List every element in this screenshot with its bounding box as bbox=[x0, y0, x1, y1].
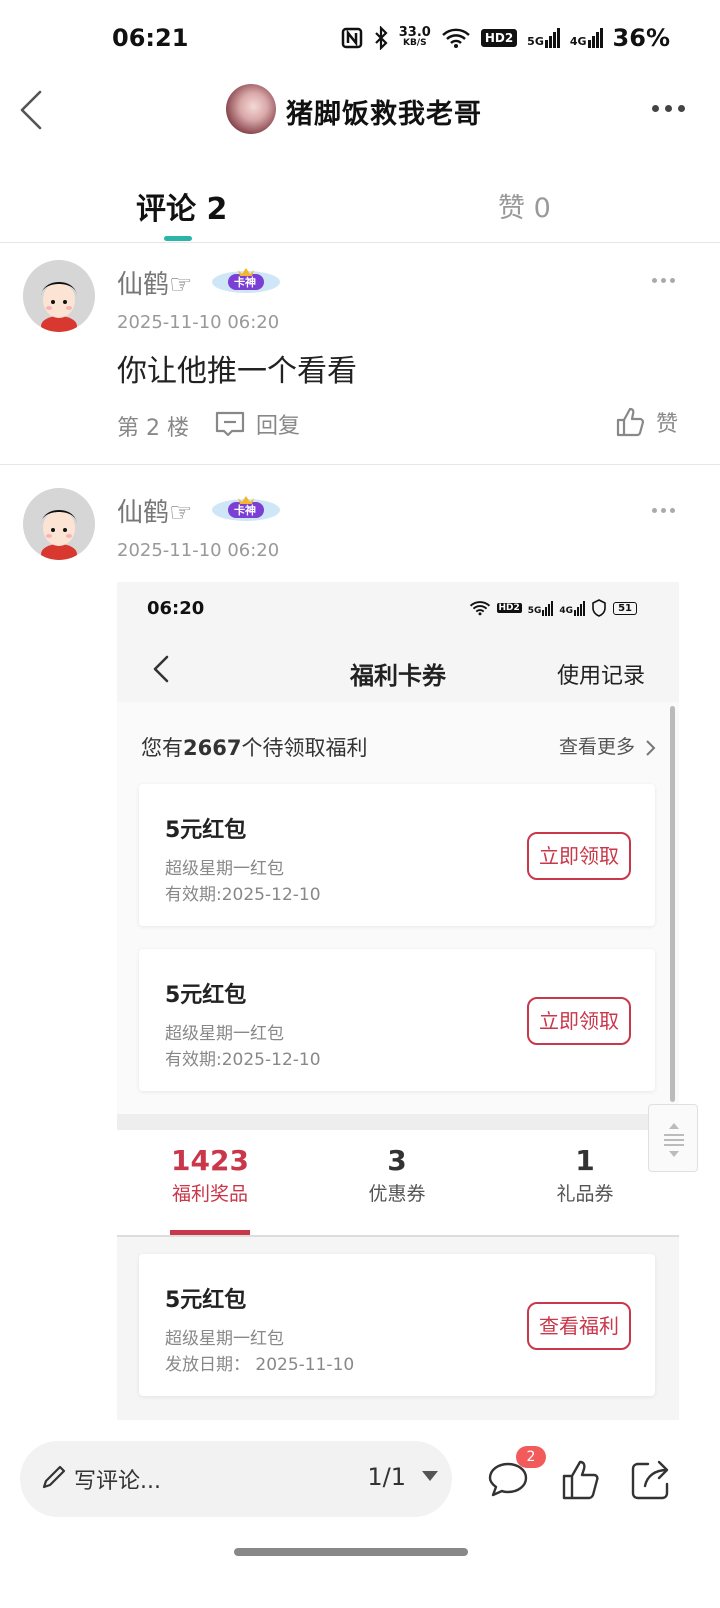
stat-coupons: 3 优惠券 bbox=[368, 1144, 426, 1205]
hd-icon: HD2 bbox=[480, 29, 518, 47]
hd-icon: HD2 bbox=[496, 603, 522, 613]
comment-text: 你让他推一个看看 bbox=[117, 354, 357, 389]
tab-divider bbox=[0, 242, 720, 243]
card-claim-button: 立即领取 bbox=[527, 997, 631, 1045]
card-subtitle: 超级星期一红包 bbox=[165, 859, 284, 879]
badge-label: 卡神 bbox=[234, 276, 256, 289]
image-section-gap bbox=[117, 1114, 679, 1130]
card-date: 有效期:2025-12-10 bbox=[165, 885, 321, 905]
commenter-name[interactable]: 仙鹤☞ bbox=[117, 492, 192, 529]
user-level-badge: 卡神 bbox=[210, 264, 282, 296]
like-button[interactable]: 赞 bbox=[614, 406, 678, 438]
card-title: 5元红包 bbox=[165, 818, 247, 843]
card-claim-button: 立即领取 bbox=[527, 832, 631, 880]
tab-likes[interactable]: 赞 0 bbox=[498, 186, 551, 225]
chevron-right-icon bbox=[646, 739, 656, 756]
stat-gift-vouchers: 1 礼品券 bbox=[556, 1144, 614, 1205]
image-voucher-card: 5元红包 超级星期一红包 有效期:2025-12-10 立即领取 bbox=[139, 784, 655, 926]
page-indicator[interactable]: 1/1 bbox=[367, 1463, 406, 1491]
thumbs-up-icon bbox=[616, 407, 645, 437]
nfc-icon bbox=[341, 27, 362, 49]
floor-number: 第 2 楼 bbox=[117, 416, 189, 441]
comment-input-placeholder: 写评论... bbox=[74, 1469, 161, 1494]
commenter-avatar[interactable] bbox=[23, 488, 95, 560]
comment-input[interactable]: 写评论... 1/1 bbox=[20, 1441, 452, 1517]
reply-button[interactable]: 回复 bbox=[214, 408, 300, 440]
image-pending-text: 您有2667个待领取福利 bbox=[141, 736, 368, 760]
stat-welfare: 1423 福利奖品 bbox=[171, 1144, 249, 1205]
card-subtitle: 超级星期一红包 bbox=[165, 1024, 284, 1044]
cartoon-avatar-icon bbox=[23, 260, 95, 332]
bluetooth-icon bbox=[374, 26, 388, 50]
card-date: 发放日期： 2025-11-10 bbox=[165, 1355, 355, 1375]
more-options-button[interactable] bbox=[652, 98, 692, 118]
signal-4g-icon: 4G bbox=[559, 600, 586, 616]
comment-count-badge: 2 bbox=[516, 1446, 546, 1468]
pen-icon bbox=[42, 1465, 66, 1489]
wifi-icon bbox=[441, 28, 470, 48]
comment-divider bbox=[0, 464, 720, 465]
card-title: 5元红包 bbox=[165, 1288, 247, 1313]
image-scrollbar bbox=[670, 706, 675, 1102]
signal-4g-icon: 4G bbox=[570, 28, 603, 48]
comment-time: 2025-11-10 06:20 bbox=[117, 540, 280, 561]
home-indicator[interactable] bbox=[234, 1548, 468, 1556]
signal-5g-icon: 5G bbox=[527, 28, 560, 48]
card-view-button: 查看福利 bbox=[527, 1302, 631, 1350]
network-speed: 33.0 KB/S bbox=[398, 25, 431, 48]
stats-divider bbox=[117, 1235, 679, 1237]
share-icon[interactable] bbox=[628, 1458, 672, 1502]
user-level-badge: 卡神 bbox=[210, 492, 282, 524]
reply-label: 回复 bbox=[256, 414, 301, 439]
image-view-more: 查看更多 bbox=[559, 732, 657, 759]
battery-icon: 51 bbox=[613, 601, 637, 615]
image-status-time: 06:20 bbox=[147, 598, 205, 619]
card-subtitle: 超级星期一红包 bbox=[165, 1329, 284, 1349]
comment-more-button[interactable] bbox=[652, 506, 676, 514]
commenter-avatar[interactable] bbox=[23, 260, 95, 332]
tab-comments[interactable]: 评论 2 bbox=[136, 184, 227, 228]
card-title: 5元红包 bbox=[165, 983, 247, 1008]
back-button[interactable] bbox=[14, 88, 50, 132]
comment-image[interactable]: 06:20 HD2 5G 4G 51 福利卡券 使用记录 您有2667个待领取福… bbox=[117, 582, 679, 1420]
badge-label: 卡神 bbox=[234, 504, 256, 517]
app-root: 06:21 33.0 KB/S HD2 5G 4G 36% 猪脚饭救我老哥 评论 … bbox=[0, 0, 720, 1608]
page-title: 猪脚饭救我老哥 bbox=[286, 99, 482, 130]
image-voucher-card: 5元红包 超级星期一红包 有效期:2025-12-10 立即领取 bbox=[139, 949, 655, 1091]
like-label: 赞 bbox=[656, 412, 679, 437]
signal-5g-icon: 5G bbox=[528, 600, 554, 616]
cartoon-avatar-icon bbox=[23, 488, 95, 560]
shield-icon bbox=[592, 599, 606, 617]
tab-active-indicator bbox=[164, 236, 192, 241]
wifi-icon bbox=[469, 601, 490, 616]
reply-icon bbox=[215, 411, 245, 437]
battery-level: 36% bbox=[612, 24, 670, 52]
image-status-icons: HD2 5G 4G 51 bbox=[469, 599, 637, 617]
scroll-handle-icon bbox=[664, 1123, 684, 1157]
image-welfare-card: 5元红包 超级星期一红包 发放日期： 2025-11-10 查看福利 bbox=[139, 1254, 655, 1396]
status-icons: 33.0 KB/S HD2 5G 4G 36% bbox=[341, 24, 670, 52]
comment-time: 2025-11-10 06:20 bbox=[117, 312, 280, 333]
commenter-name[interactable]: 仙鹤☞ bbox=[117, 264, 192, 301]
image-record-link: 使用记录 bbox=[556, 664, 645, 689]
fast-scroll-handle[interactable] bbox=[648, 1104, 698, 1172]
author-avatar[interactable] bbox=[226, 84, 276, 134]
thumbs-up-icon[interactable] bbox=[558, 1458, 602, 1502]
image-stats-tabs: 1423 福利奖品 3 优惠券 1 礼品券 bbox=[117, 1130, 679, 1236]
caret-down-icon[interactable] bbox=[422, 1471, 438, 1481]
status-time: 06:21 bbox=[112, 24, 189, 52]
card-date: 有效期:2025-12-10 bbox=[165, 1050, 321, 1070]
comment-more-button[interactable] bbox=[652, 276, 676, 284]
